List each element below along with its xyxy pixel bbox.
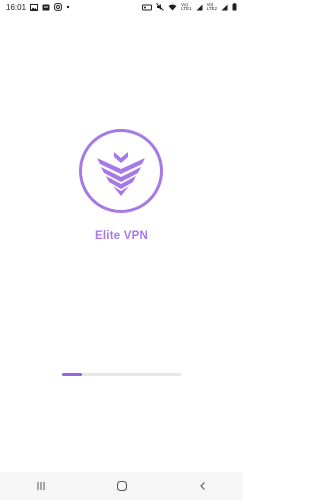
status-time: 16:01 [6,2,27,12]
app-logo [78,128,164,214]
loading-progress-bar [62,373,181,376]
home-icon [116,480,127,492]
system-nav-bar [0,472,243,500]
recent-apps-icon [37,482,44,490]
mute-icon [156,3,165,11]
loading-progress-fill [62,373,83,376]
message-notification-icon [42,4,50,11]
home-button[interactable] [102,472,142,500]
more-notifications-dot-icon [66,5,70,9]
status-bar: 16:01 Vo) LTE1 Vo) LTE2 [0,0,243,14]
status-left: 16:01 [6,3,70,12]
instagram-notification-icon [54,3,62,11]
sim2-network-label: Vo) LTE2 [206,2,217,12]
sim2-network-bottom: LTE2 [206,6,217,11]
sim1-network-bottom: LTE1 [181,6,192,11]
sim1-network-label: Vo) LTE1 [181,2,192,12]
back-button[interactable] [183,472,223,500]
battery-icon [232,3,237,11]
back-icon [199,482,205,490]
vpn-key-icon [142,4,153,11]
elite-vpn-emblem-icon [79,129,163,213]
wifi-icon [168,4,177,11]
gallery-notification-icon [30,3,39,11]
signal-sim2-icon [221,4,228,11]
recent-apps-button[interactable] [21,472,61,500]
signal-sim1-icon [196,4,203,11]
app-name-title: Elite VPN [95,230,148,242]
status-right: Vo) LTE1 Vo) LTE2 [142,2,237,12]
